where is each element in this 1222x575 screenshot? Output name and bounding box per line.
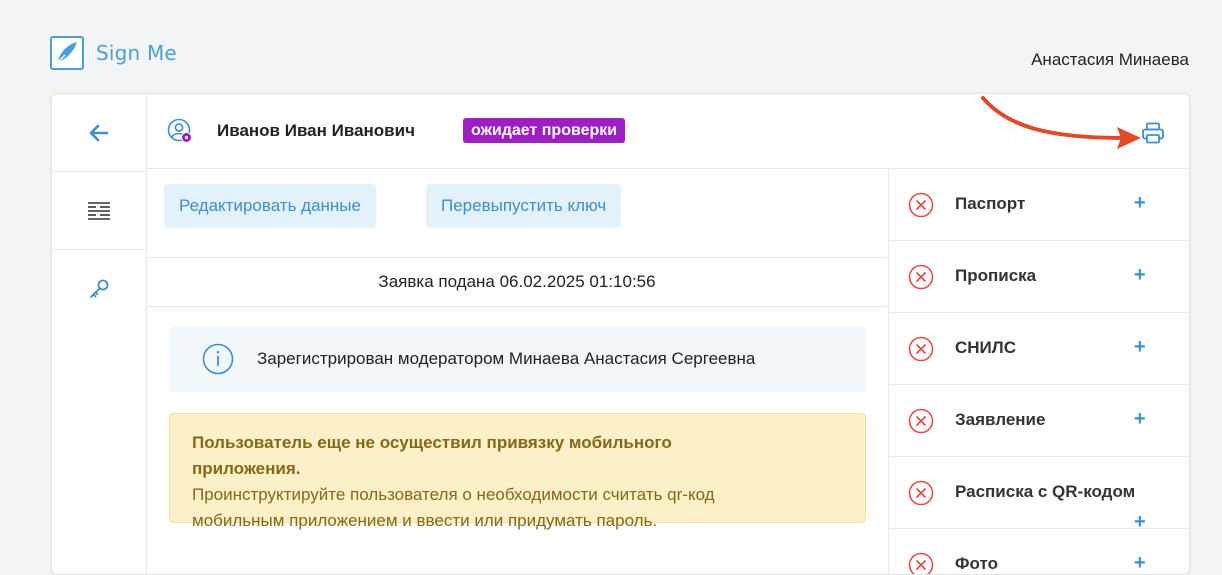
missing-status-icon	[908, 264, 934, 290]
document-item-passport[interactable]: Паспорт +	[889, 169, 1189, 241]
sidebar	[52, 94, 147, 574]
info-icon	[202, 343, 234, 375]
add-document-button[interactable]: +	[1134, 552, 1146, 575]
sign-me-logo-icon	[50, 36, 84, 70]
document-label: Паспорт	[955, 194, 1025, 214]
document-label: Заявление	[955, 410, 1045, 430]
add-document-button[interactable]: +	[1134, 336, 1146, 359]
document-label: СНИЛС	[955, 338, 1016, 358]
sidebar-item-keys[interactable]	[52, 250, 146, 327]
edit-data-button[interactable]: Редактировать данные	[164, 184, 376, 228]
annotation-arrow-icon	[977, 94, 1147, 156]
reissue-key-button[interactable]: Перевыпустить ключ	[426, 184, 621, 228]
app-name: Sign Me	[96, 41, 177, 65]
missing-status-icon	[908, 480, 934, 506]
current-user-name[interactable]: Анастасия Минаева	[1031, 50, 1189, 70]
key-icon	[88, 278, 110, 300]
info-alert: Зарегистрирован модератором Минаева Анас…	[169, 327, 866, 392]
printer-icon[interactable]	[1141, 121, 1165, 145]
status-badge: ожидает проверки	[463, 118, 625, 143]
missing-status-icon	[908, 192, 934, 218]
add-document-button[interactable]: +	[1134, 408, 1146, 431]
document-label: Прописка	[955, 266, 1036, 286]
info-text: Зарегистрирован модератором Минаева Анас…	[257, 349, 755, 369]
submission-date: Заявка подана 06.02.2025 01:10:56	[147, 257, 887, 307]
application-main: Редактировать данные Перевыпустить ключ …	[147, 169, 887, 574]
back-arrow-icon	[87, 121, 111, 145]
missing-status-icon	[908, 552, 934, 575]
application-panel: Иванов Иван Иванович ожидает проверки Ре…	[51, 93, 1190, 575]
add-document-button[interactable]: +	[1134, 192, 1146, 215]
app-logo[interactable]: Sign Me	[50, 36, 177, 70]
list-icon	[87, 200, 111, 222]
user-avatar-icon	[167, 118, 193, 144]
missing-status-icon	[908, 408, 934, 434]
document-item-qr-receipt[interactable]: Расписка с QR-кодом +	[889, 457, 1189, 529]
document-item-snils[interactable]: СНИЛС +	[889, 313, 1189, 385]
document-label: Фото	[955, 554, 998, 574]
document-item-photo[interactable]: Фото +	[889, 529, 1189, 575]
warning-alert: Пользователь еще не осуществил привязку …	[169, 413, 866, 523]
sidebar-item-details[interactable]	[52, 172, 146, 250]
document-item-registration[interactable]: Прописка +	[889, 241, 1189, 313]
applicant-name: Иванов Иван Иванович	[217, 121, 415, 141]
sidebar-item-back[interactable]	[52, 94, 146, 172]
warning-body-line: мобильным приложением и ввести или приду…	[192, 508, 865, 534]
application-header: Иванов Иван Иванович ожидает проверки	[147, 94, 1189, 169]
add-document-button[interactable]: +	[1134, 264, 1146, 287]
document-item-application[interactable]: Заявление +	[889, 385, 1189, 457]
document-label: Расписка с QR-кодом	[955, 482, 1135, 502]
warning-title-continued: приложения.	[192, 456, 865, 482]
warning-title: Пользователь еще не осуществил привязку …	[192, 430, 865, 456]
missing-status-icon	[908, 336, 934, 362]
documents-list: Паспорт + Прописка + СНИЛС + Заявление +…	[888, 169, 1189, 574]
warning-body-line: Проинструктируйте пользователя о необход…	[192, 482, 865, 508]
